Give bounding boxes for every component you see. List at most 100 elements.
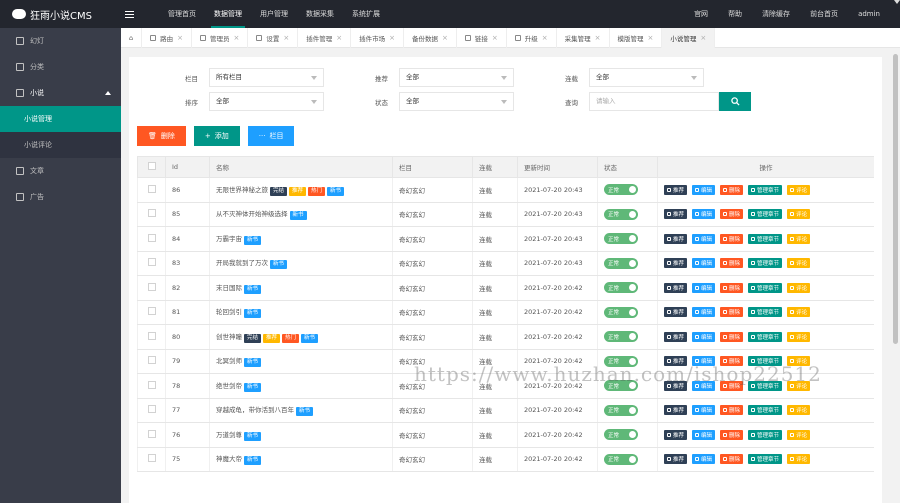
sidebar-item-novel-manage[interactable]: 小说管理 [0,106,121,132]
table-row[interactable]: 75 神魔大帝 新书 奇幻玄幻 连载 2021-07-20 20:42 正常 推荐 编辑 删除 管理… [137,447,874,472]
op-trash-button[interactable]: 删除 [720,307,744,318]
op-plus-button[interactable]: 管理章节 [748,282,783,293]
right-nav-item[interactable]: 前台首页 [800,0,848,28]
status-toggle[interactable]: 正常 [604,429,638,441]
op-plus-button[interactable]: 管理章节 [748,331,783,342]
row-checkbox[interactable] [137,349,166,374]
op-star-button[interactable]: 推荐 [664,307,688,318]
column-header[interactable]: 名称 [209,156,393,178]
op-trash-button[interactable]: 删除 [720,233,744,244]
select-all-checkbox[interactable] [137,156,166,178]
novel-title[interactable]: 开局我就到了万次 [216,259,268,267]
op-pencil-button[interactable]: 编辑 [692,282,716,293]
tab-market[interactable]: 插件市场 × [351,28,405,48]
state-select[interactable]: 全部 [399,92,514,111]
op-trash-button[interactable]: 删除 [720,282,744,293]
novel-title[interactable]: 从不灭神体开始神级选择 [216,210,288,218]
close-icon[interactable]: × [492,34,498,42]
op-star-button[interactable]: 推荐 [664,209,688,220]
novel-title[interactable]: 轮回剑引 [216,308,242,316]
app-logo[interactable]: 狂雨小说CMS [0,0,121,28]
row-checkbox[interactable] [137,398,166,423]
row-checkbox[interactable] [137,373,166,399]
op-pencil-button[interactable]: 编辑 [692,307,716,318]
tab-user[interactable]: 管理员 × [192,28,249,48]
tab-plugin[interactable]: 插件管理 × [298,28,352,48]
op-plus-button[interactable]: 管理章节 [748,184,783,195]
table-row[interactable]: 77 穿越成龟，带你活到八百年 新书 奇幻玄幻 连载 2021-07-20 20:42 正常… [137,398,874,423]
op-pencil-button[interactable]: 编辑 [692,429,716,440]
op-comment-button[interactable]: 评论 [787,233,811,244]
column-button[interactable]: ··· 栏目 [247,126,295,146]
table-row[interactable]: 85 从不灭神体开始神级选择 新书 奇幻玄幻 连载 2021-07-20 20:43 正常推… [137,202,874,227]
right-nav-item[interactable]: 官网 [684,0,718,28]
close-icon[interactable]: × [648,34,654,42]
right-nav-item[interactable]: 清除缓存 [752,0,800,28]
op-comment-button[interactable]: 评论 [787,282,811,293]
op-comment-button[interactable]: 评论 [787,429,811,440]
close-icon[interactable]: × [177,34,183,42]
close-icon[interactable]: × [336,34,342,42]
op-trash-button[interactable]: 删除 [720,184,744,195]
table-row[interactable]: 82 末日国际 新书 奇幻玄幻 连载 2021-07-20 20:42 正常 推荐 编辑 删除 管理… [137,275,874,301]
op-star-button[interactable]: 推荐 [664,184,688,195]
close-icon[interactable]: × [595,34,601,42]
close-icon[interactable]: × [234,34,240,42]
row-checkbox[interactable] [137,226,166,252]
op-comment-button[interactable]: 评论 [787,209,811,220]
row-checkbox[interactable] [137,300,166,325]
op-star-button[interactable]: 推荐 [664,282,688,293]
op-star-button[interactable]: 推荐 [664,233,688,244]
recommend-select[interactable]: 全部 [399,68,514,87]
table-row[interactable]: 83 开局我就到了万次 新书 奇幻玄幻 连载 2021-07-20 20:43 正常 推荐 编辑… [137,251,874,276]
page-scrollbar[interactable] [891,48,900,503]
delete-button[interactable]: 🗑 删除 [137,126,186,146]
tab-link[interactable]: 链接 × [457,28,507,48]
status-toggle[interactable]: 正常 [604,208,638,220]
op-pencil-button[interactable]: 编辑 [692,405,716,416]
sidebar-item-category[interactable]: 分类 [0,54,121,80]
menu-toggle-icon[interactable] [125,0,143,28]
op-trash-button[interactable]: 删除 [720,331,744,342]
sidebar-item-article[interactable]: 文章 [0,158,121,184]
column-header[interactable]: 栏目 [392,156,473,178]
op-plus-button[interactable]: 管理章节 [748,429,783,440]
column-header[interactable]: 更新时间 [517,156,598,178]
novel-title[interactable]: 绝世剑帝 [216,382,242,390]
op-pencil-button[interactable]: 编辑 [692,233,716,244]
close-icon[interactable]: × [700,34,706,42]
novel-title[interactable]: 创世神瞳 [216,333,242,341]
right-nav-item[interactable]: 帮助 [718,0,752,28]
op-comment-button[interactable]: 评论 [787,258,811,269]
op-plus-button[interactable]: 管理章节 [748,405,783,416]
status-toggle[interactable]: 正常 [604,331,638,343]
novel-title[interactable]: 穿越成龟，带你活到八百年 [216,406,294,414]
op-trash-button[interactable]: 删除 [720,209,744,220]
novel-title[interactable]: 无限世界神秘之旅 [216,186,268,194]
status-toggle[interactable]: 正常 [604,282,638,294]
tab-template[interactable]: 模版管理 × [610,28,663,48]
search-button[interactable] [719,92,751,111]
op-star-button[interactable]: 推荐 [664,429,688,440]
op-trash-button[interactable]: 删除 [720,429,744,440]
column-header[interactable]: 连载 [472,156,518,178]
search-input[interactable]: 请输入 [589,92,719,111]
op-star-button[interactable]: 推荐 [664,454,688,465]
status-toggle[interactable]: 正常 [604,184,638,196]
column-header[interactable]: Id [165,156,210,178]
op-pencil-button[interactable]: 编辑 [692,454,716,465]
novel-title[interactable]: 万霸宇宙 [216,235,242,243]
op-pencil-button[interactable]: 编辑 [692,331,716,342]
op-star-button[interactable]: 推荐 [664,258,688,269]
op-pencil-button[interactable]: 编辑 [692,258,716,269]
close-icon[interactable]: × [283,34,289,42]
op-comment-button[interactable]: 评论 [787,184,811,195]
op-comment-button[interactable]: 评论 [787,405,811,416]
op-star-button[interactable]: 推荐 [664,331,688,342]
row-checkbox[interactable] [137,324,166,350]
row-checkbox[interactable] [137,275,166,301]
op-pencil-button[interactable]: 编辑 [692,184,716,195]
op-trash-button[interactable]: 删除 [720,258,744,269]
novel-title[interactable]: 北冥剑师 [216,357,242,365]
op-plus-button[interactable]: 管理章节 [748,258,783,269]
